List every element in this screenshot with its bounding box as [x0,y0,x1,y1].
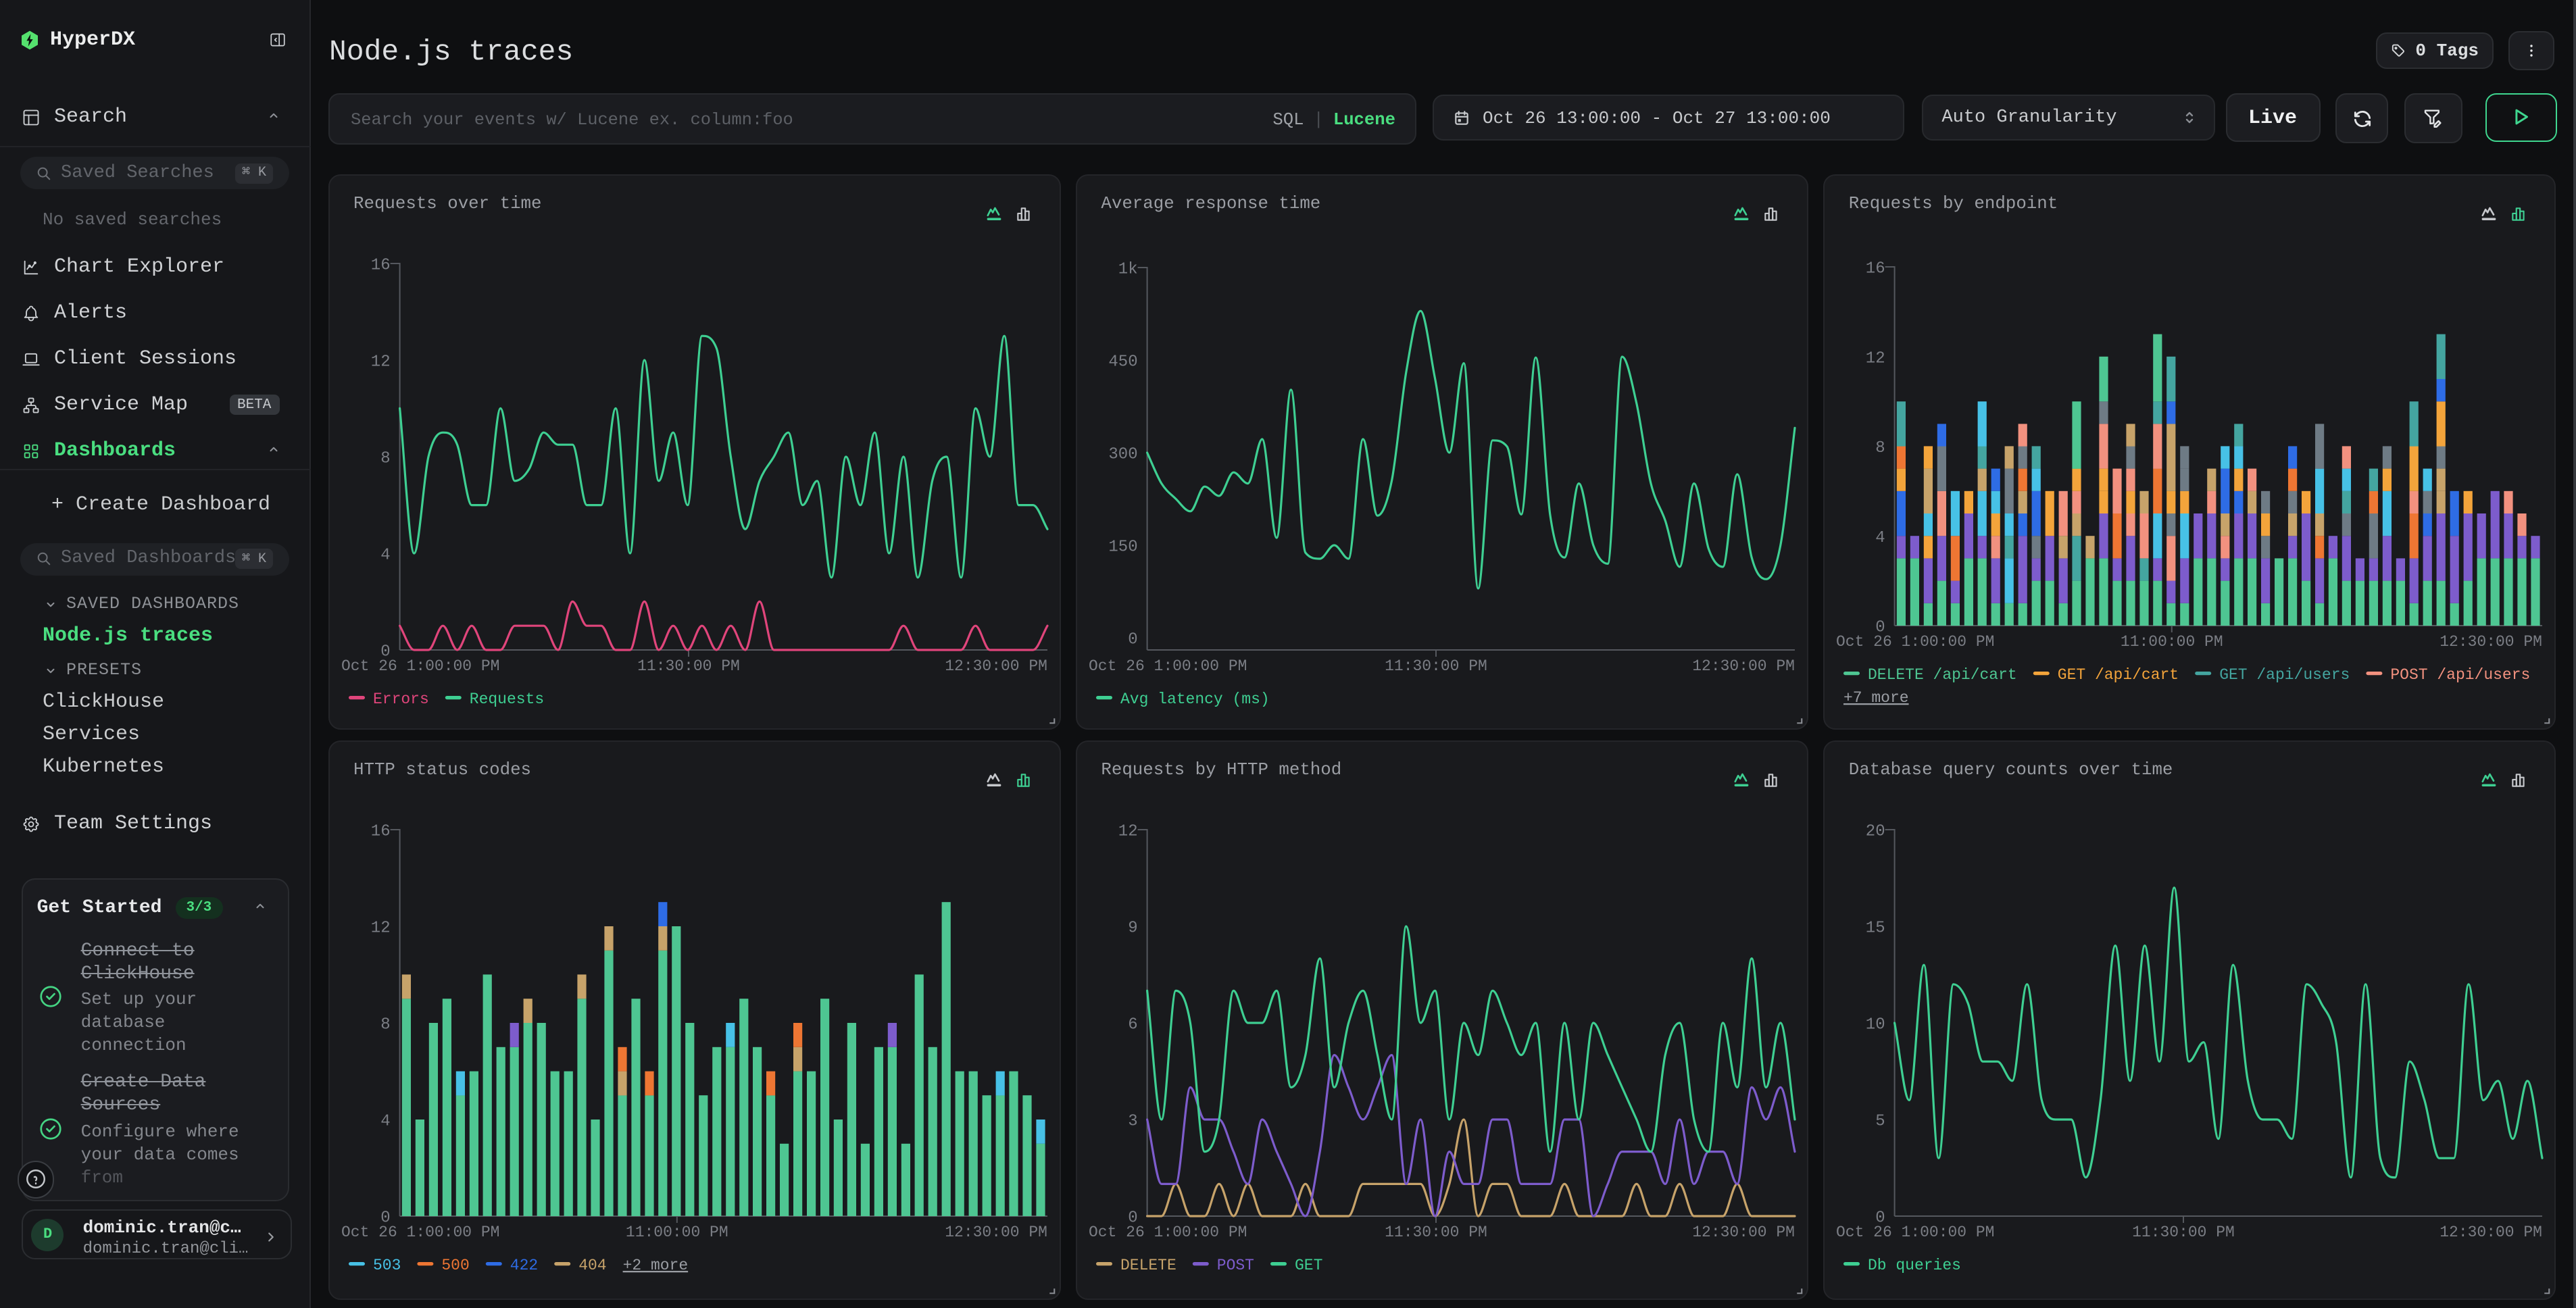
svg-text:GET /api/cart: GET /api/cart [2058,666,2179,684]
svg-text:4: 4 [380,1113,389,1131]
svg-text:11:30:00 PM: 11:30:00 PM [1385,657,1487,675]
svg-text:GET: GET [1294,1257,1322,1274]
svg-text:8: 8 [1875,439,1885,457]
svg-text:DELETE /api/cart: DELETE /api/cart [1868,666,2017,684]
svg-text:11:00:00 PM: 11:00:00 PM [625,1224,728,1241]
svg-text:0: 0 [1128,631,1137,649]
svg-text:404: 404 [578,1257,605,1274]
svg-text:4: 4 [1875,529,1885,547]
svg-text:300: 300 [1108,446,1137,464]
svg-text:Oct 26 1:00:00 PM: Oct 26 1:00:00 PM [341,657,499,675]
svg-text:4: 4 [380,547,389,565]
svg-text:DELETE: DELETE [1120,1257,1176,1274]
svg-text:12:30:00 PM: 12:30:00 PM [1692,1224,1795,1241]
svg-text:Requests: Requests [469,690,543,708]
svg-text:12: 12 [1118,823,1137,841]
svg-text:15: 15 [1866,920,1885,938]
svg-text:16: 16 [370,257,390,275]
svg-text:422: 422 [510,1257,537,1274]
svg-text:12:30:00 PM: 12:30:00 PM [1692,657,1795,675]
svg-text:Oct 26 1:00:00 PM: Oct 26 1:00:00 PM [1088,657,1246,675]
svg-text:POST: POST [1216,1257,1254,1274]
svg-text:11:30:00 PM: 11:30:00 PM [2132,1224,2235,1241]
svg-text:Avg latency (ms): Avg latency (ms) [1120,690,1269,708]
svg-text:Db queries: Db queries [1868,1257,1961,1274]
svg-text:150: 150 [1108,538,1137,557]
svg-text:16: 16 [370,823,390,841]
svg-text:12: 12 [370,920,390,938]
svg-text:6: 6 [1128,1016,1137,1034]
svg-text:Errors: Errors [372,690,428,708]
svg-text:500: 500 [441,1257,468,1274]
svg-text:1k: 1k [1118,261,1137,279]
svg-text:9: 9 [1128,920,1137,938]
svg-text:12:30:00 PM: 12:30:00 PM [2439,633,2542,651]
svg-text:5: 5 [1875,1113,1885,1131]
svg-text:Oct 26 1:00:00 PM: Oct 26 1:00:00 PM [1836,1224,1994,1241]
svg-text:12: 12 [370,353,390,372]
svg-text:11:30:00 PM: 11:30:00 PM [1385,1224,1487,1241]
svg-text:12: 12 [1866,349,1885,368]
svg-text:12:30:00 PM: 12:30:00 PM [2439,1224,2542,1241]
svg-text:Oct 26 1:00:00 PM: Oct 26 1:00:00 PM [1088,1224,1246,1241]
svg-text:8: 8 [380,450,389,468]
svg-text:Oct 26 1:00:00 PM: Oct 26 1:00:00 PM [341,1224,499,1241]
svg-text:3: 3 [1128,1113,1137,1131]
svg-text:8: 8 [380,1016,389,1034]
svg-text:12:30:00 PM: 12:30:00 PM [944,1224,1047,1241]
svg-text:450: 450 [1108,353,1137,372]
svg-text:503: 503 [372,1257,400,1274]
svg-text:POST /api/users: POST /api/users [2390,666,2530,684]
svg-text:20: 20 [1866,823,1885,841]
svg-text:GET /api/users: GET /api/users [2219,666,2350,684]
svg-text:16: 16 [1866,260,1885,278]
svg-text:Oct 26 1:00:00 PM: Oct 26 1:00:00 PM [1836,633,1994,651]
svg-text:12:30:00 PM: 12:30:00 PM [944,657,1047,675]
svg-text:11:00:00 PM: 11:00:00 PM [2121,633,2223,651]
svg-text:11:30:00 PM: 11:30:00 PM [637,657,739,675]
svg-text:10: 10 [1866,1016,1885,1034]
svg-text:+2 more: +2 more [622,1257,688,1274]
svg-text:+7 more: +7 more [1843,689,1909,707]
